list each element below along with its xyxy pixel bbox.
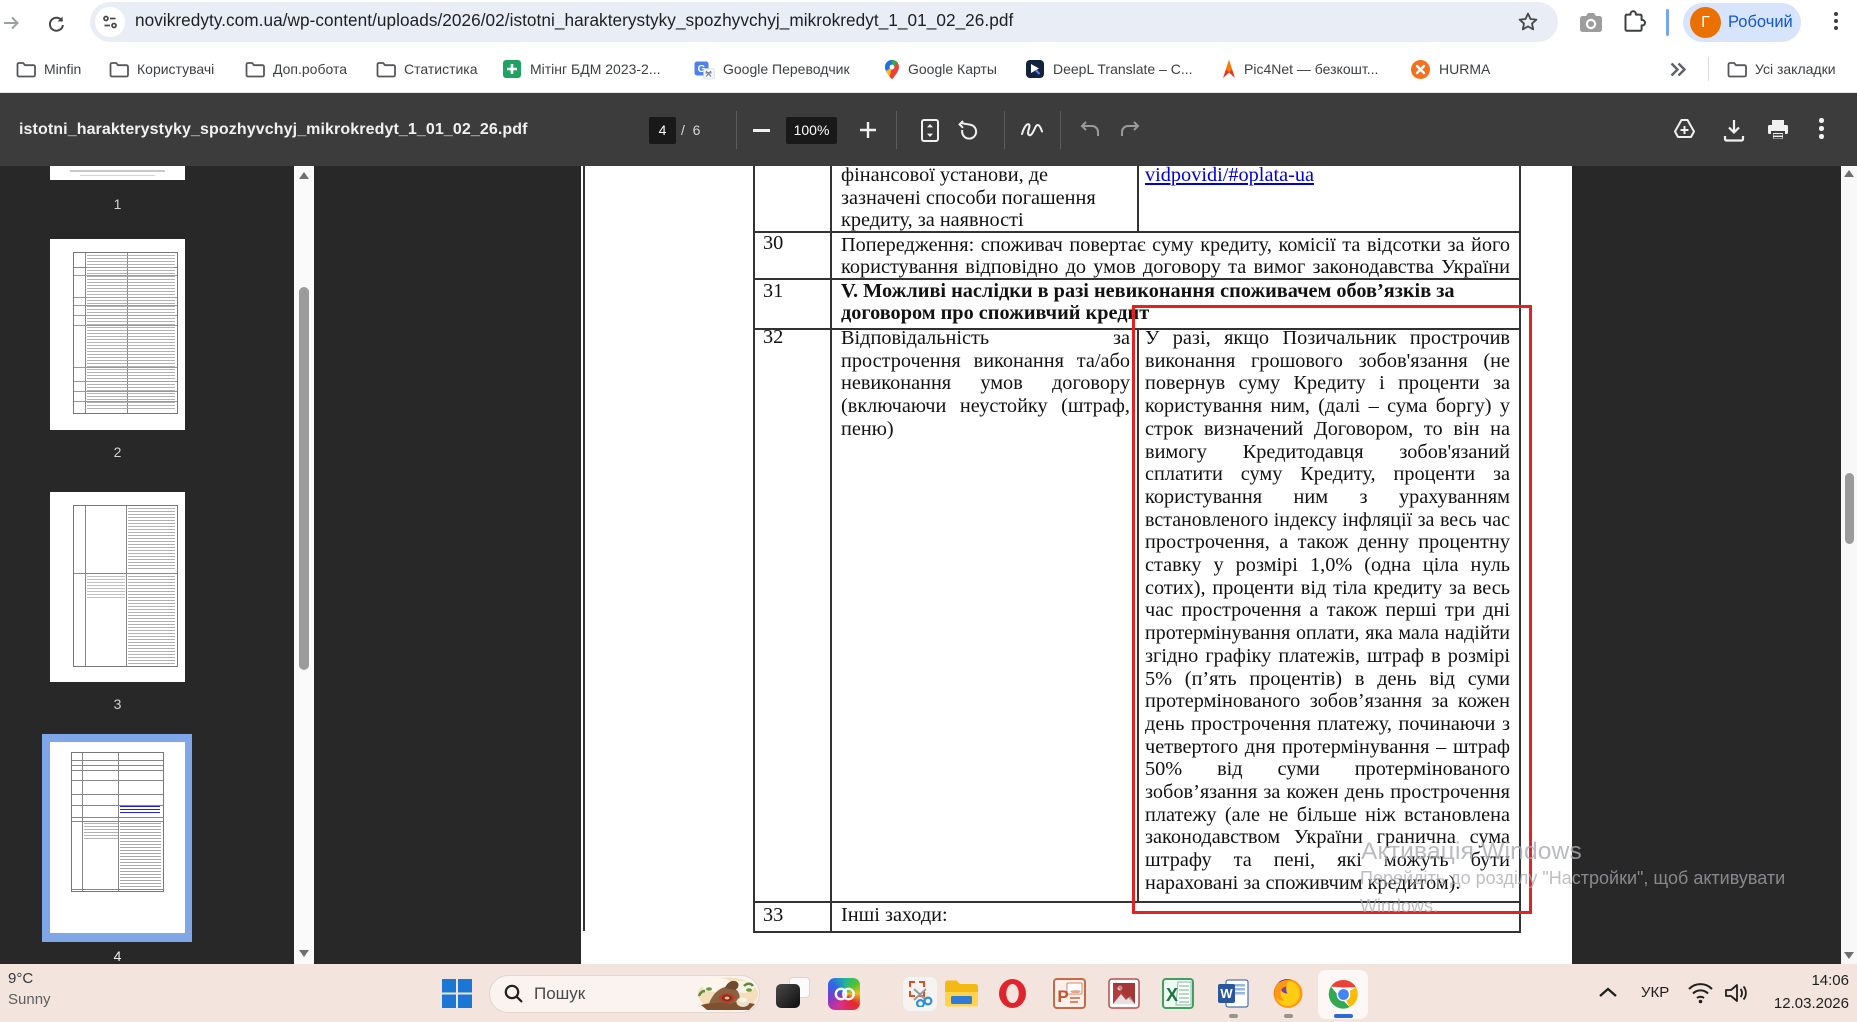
svg-text:W: W: [1220, 986, 1233, 1001]
svg-text:X: X: [1166, 985, 1178, 1005]
svg-text:P: P: [1057, 987, 1068, 1006]
